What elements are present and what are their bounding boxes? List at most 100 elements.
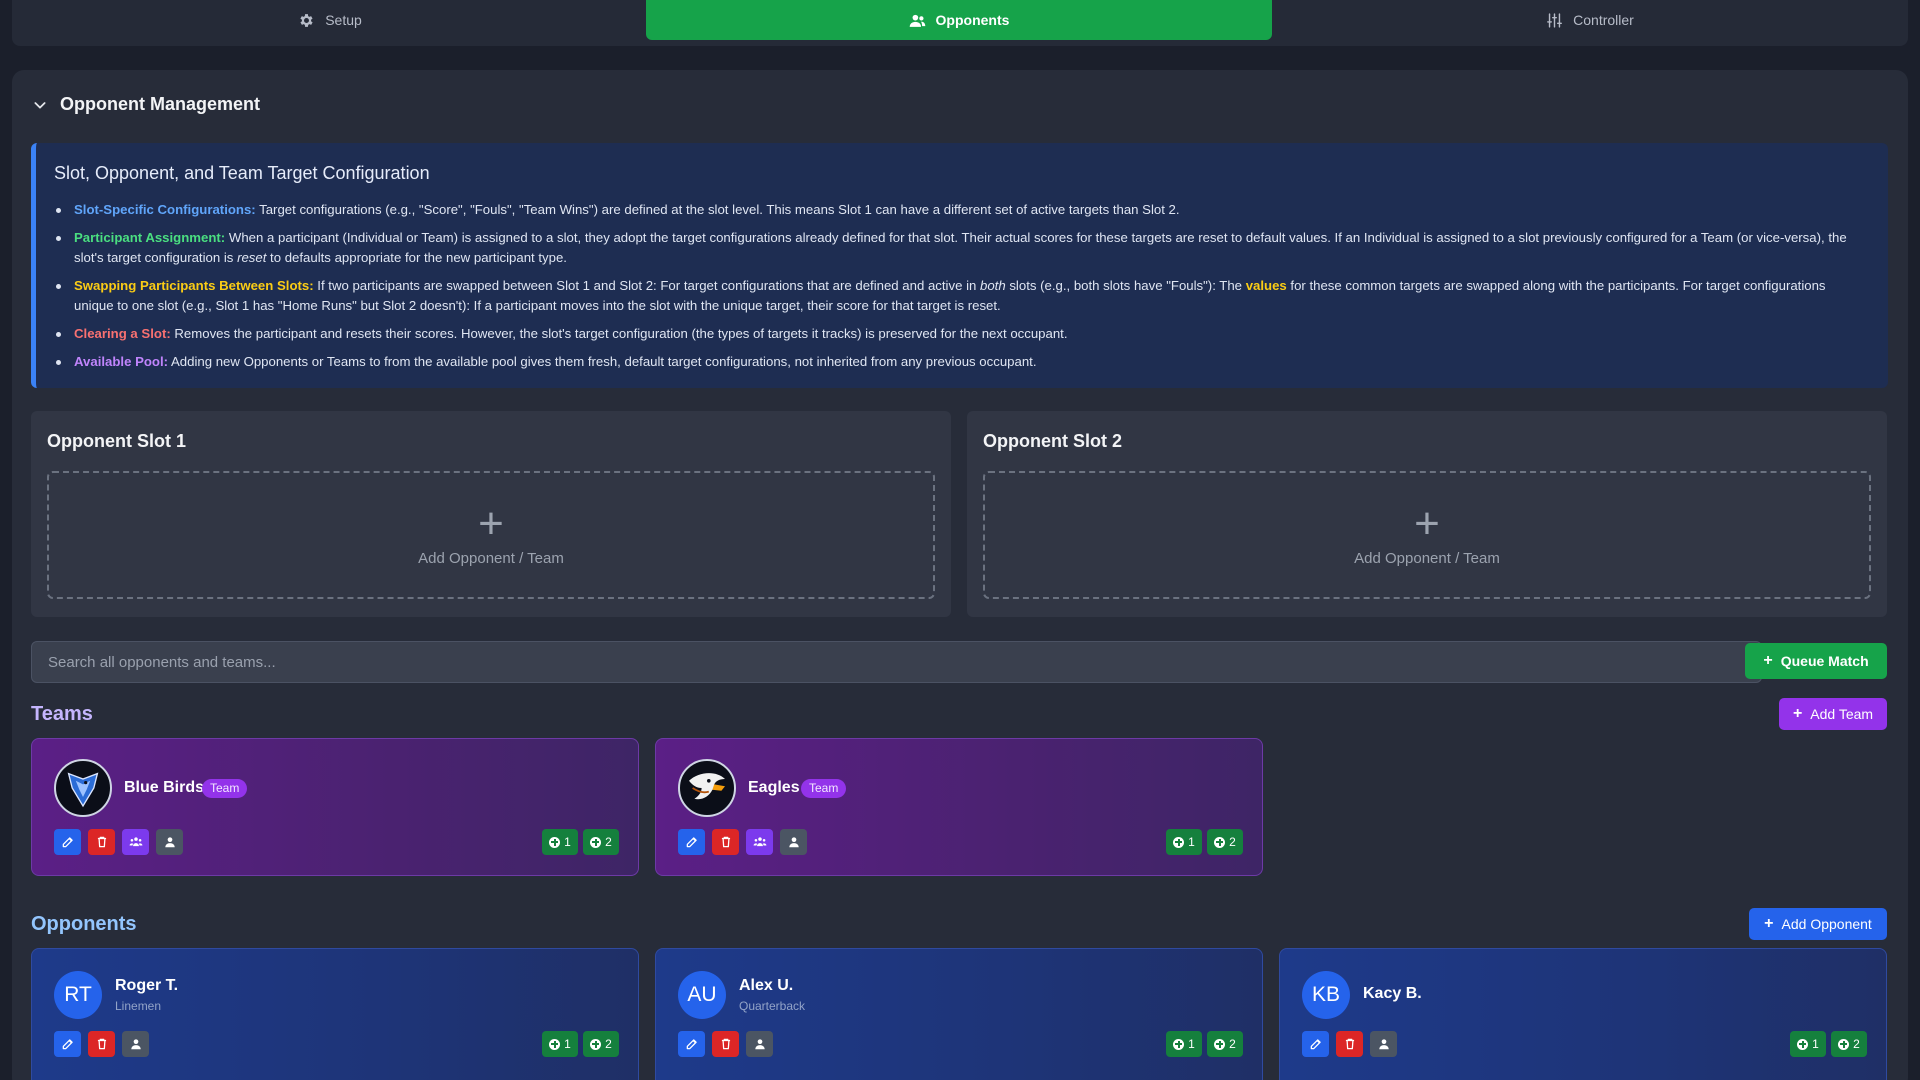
add-opponent-button[interactable]: + Add Opponent <box>1749 908 1887 940</box>
slot-title: Opponent Slot 2 <box>983 431 1122 451</box>
opponent-name: Alex U. <box>739 977 794 994</box>
tab-setup[interactable]: Setup <box>12 0 648 40</box>
avatar: RT <box>54 971 102 1019</box>
edit-button[interactable] <box>678 829 705 855</box>
target-count-badge: 2 <box>1207 829 1243 855</box>
avatar: AU <box>678 971 726 1019</box>
info-text: Removes the participant and resets their… <box>170 326 1068 341</box>
plus-circle-icon <box>1214 1038 1226 1050</box>
plus-icon: + <box>1764 915 1774 932</box>
info-item-available-pool: Available Pool: Adding new Opponents or … <box>54 352 1866 372</box>
edit-button[interactable] <box>54 829 81 855</box>
info-box: Slot, Opponent, and Team Target Configur… <box>31 143 1888 388</box>
plus-icon: + <box>1414 498 1440 548</box>
assign-individual-button[interactable] <box>1370 1031 1397 1057</box>
plus-icon: + <box>478 498 504 548</box>
delete-button[interactable] <box>88 829 115 855</box>
eagle-logo-icon <box>689 773 725 800</box>
assign-individual-button[interactable] <box>746 1031 773 1057</box>
trash-icon <box>721 836 730 848</box>
team-badge: Team <box>202 779 248 798</box>
queue-match-label: Queue Match <box>1780 653 1869 669</box>
panel-header[interactable]: Opponent Management <box>32 94 260 115</box>
blue-bird-logo-icon <box>67 772 99 808</box>
opponent-card[interactable]: RT Roger T. Linemen 1 2 <box>31 948 639 1080</box>
blue-bird-logo <box>54 759 112 817</box>
assign-individual-button[interactable] <box>122 1031 149 1057</box>
tab-controller[interactable]: Controller <box>1272 0 1908 40</box>
assign-team-button[interactable] <box>122 829 149 855</box>
user-icon <box>788 837 799 848</box>
info-title: Slot, Opponent, and Team Target Configur… <box>54 163 430 183</box>
edit-button[interactable] <box>54 1031 81 1057</box>
users-icon <box>909 14 925 27</box>
tab-controller-label: Controller <box>1573 12 1634 28</box>
target-count-badge: 1 <box>1166 829 1202 855</box>
team-name: Blue Birds <box>124 779 205 796</box>
eagle-logo <box>678 759 736 817</box>
delete-button[interactable] <box>712 1031 739 1057</box>
team-badge: Team <box>801 779 847 798</box>
edit-button[interactable] <box>1302 1031 1329 1057</box>
plus-circle-icon <box>1173 836 1185 848</box>
opponent-slot-2: Opponent Slot 2 + Add Opponent / Team <box>967 411 1887 617</box>
assign-team-button[interactable] <box>746 829 773 855</box>
info-key: Clearing a Slot: <box>74 326 171 341</box>
count-value: 1 <box>1188 1037 1195 1051</box>
teams-section-title: Teams <box>31 703 93 725</box>
delete-button[interactable] <box>712 829 739 855</box>
count-value: 1 <box>564 835 571 849</box>
trash-icon <box>1345 1038 1354 1050</box>
chevron-down-icon[interactable] <box>32 97 48 113</box>
target-count-badge: 1 <box>542 1031 578 1057</box>
info-text: If two participants are swapped between … <box>313 278 980 293</box>
info-text: Target configurations (e.g., "Score", "F… <box>255 202 1180 217</box>
opponent-card[interactable]: AU Alex U. Quarterback 1 2 <box>655 948 1263 1080</box>
add-to-slot-1-dropzone[interactable]: + Add Opponent / Team <box>47 471 935 599</box>
target-count-badge: 2 <box>583 1031 619 1057</box>
slot-add-label: Add Opponent / Team <box>1354 549 1500 567</box>
add-team-button[interactable]: + Add Team <box>1779 698 1887 730</box>
plus-icon: + <box>1763 652 1773 669</box>
edit-icon <box>686 837 697 848</box>
user-icon <box>164 837 175 848</box>
count-value: 1 <box>1812 1037 1819 1051</box>
plus-circle-icon <box>1214 836 1226 848</box>
team-icon <box>753 837 766 847</box>
add-team-label: Add Team <box>1810 706 1874 722</box>
opponent-card[interactable]: KB Kacy B. 1 2 <box>1279 948 1887 1080</box>
team-name: Eagles <box>748 779 800 796</box>
edit-icon <box>62 1039 73 1050</box>
add-to-slot-2-dropzone[interactable]: + Add Opponent / Team <box>983 471 1871 599</box>
slot-add-label: Add Opponent / Team <box>418 549 564 567</box>
info-list: Slot-Specific Configurations: Target con… <box>54 200 1866 372</box>
info-text: to defaults appropriate for the new part… <box>266 250 567 265</box>
delete-button[interactable] <box>88 1031 115 1057</box>
info-item-participant-assignment: Participant Assignment: When a participa… <box>54 228 1866 268</box>
panel-title: Opponent Management <box>60 94 261 114</box>
info-emphasis: reset <box>237 250 267 265</box>
queue-match-button[interactable]: + Queue Match <box>1745 643 1887 679</box>
search-input[interactable] <box>31 641 1762 683</box>
info-strong: values <box>1245 278 1287 293</box>
plus-circle-icon <box>1797 1038 1809 1050</box>
opponent-name: Roger T. <box>115 977 179 994</box>
user-icon <box>130 1039 141 1050</box>
tab-opponents[interactable]: Opponents <box>646 0 1272 40</box>
target-count-badge: 2 <box>1207 1031 1243 1057</box>
count-value: 2 <box>1853 1037 1860 1051</box>
assign-individual-button[interactable] <box>156 829 183 855</box>
delete-button[interactable] <box>1336 1031 1363 1057</box>
team-card[interactable]: Blue Birds Team 1 2 <box>31 738 639 876</box>
info-item-slot-specific: Slot-Specific Configurations: Target con… <box>54 200 1866 220</box>
info-key: Swapping Participants Between Slots: <box>74 278 314 293</box>
count-value: 2 <box>605 835 612 849</box>
edit-icon <box>1310 1039 1321 1050</box>
top-tab-bar: Setup Opponents Controller <box>12 0 1908 46</box>
team-card[interactable]: Eagles Team 1 2 <box>655 738 1263 876</box>
opponent-role: Linemen <box>115 999 162 1013</box>
info-item-swapping: Swapping Participants Between Slots: If … <box>54 276 1866 316</box>
assign-individual-button[interactable] <box>780 829 807 855</box>
edit-button[interactable] <box>678 1031 705 1057</box>
info-emphasis: both <box>980 278 1006 293</box>
